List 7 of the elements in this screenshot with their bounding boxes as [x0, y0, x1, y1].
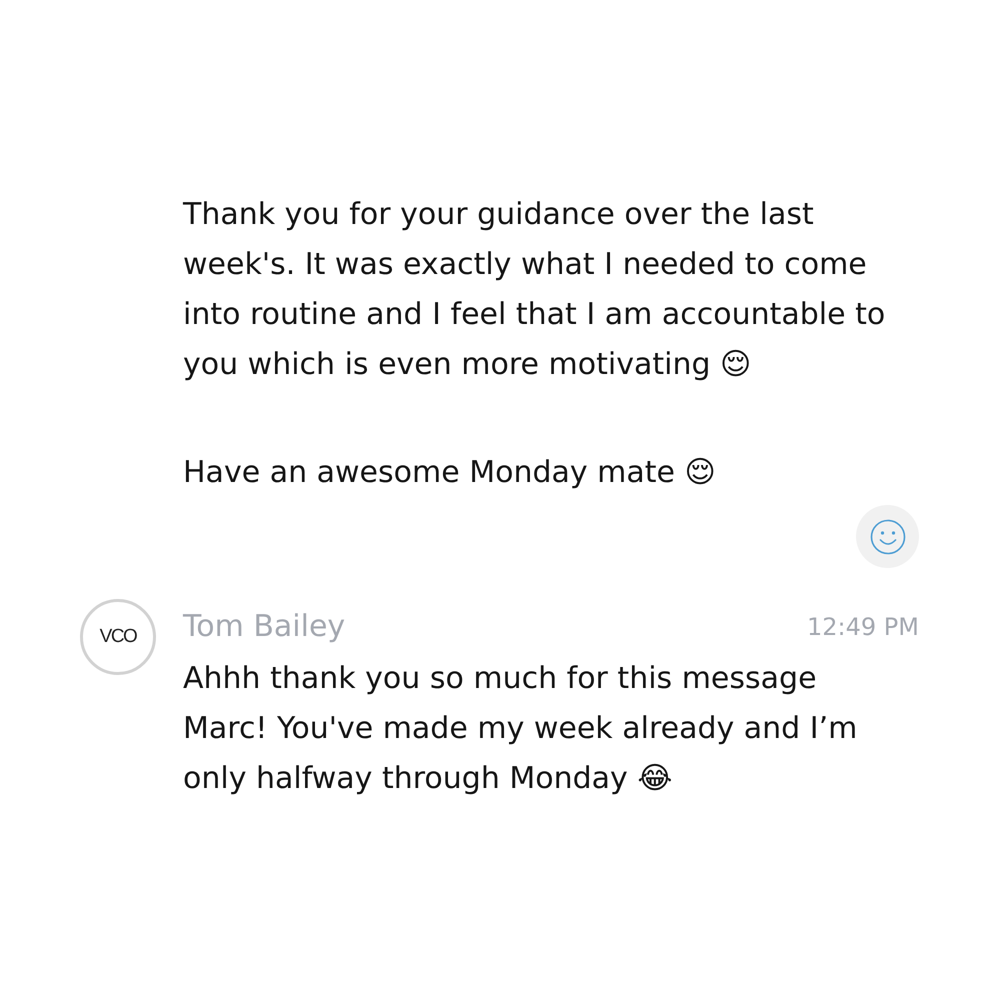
- message-text: Ahhh thank you so much for this message Marc! You've made my week already and I’m only halfway through Monday 😂: [183, 661, 858, 796]
- message-text: Have an awesome Monday mate 😌: [183, 455, 716, 490]
- message-text: Thank you for your guidance over the last week's. It was exactly what I needed to come into routine and I feel that I am accountable to you which is even more motivating 😌: [183, 197, 886, 382]
- author-name: Tom Bailey: [183, 608, 346, 646]
- message-time: 12:49 PM: [807, 612, 919, 642]
- smiley-icon: [870, 518, 906, 554]
- avatar-logo-text: VCO: [100, 627, 136, 647]
